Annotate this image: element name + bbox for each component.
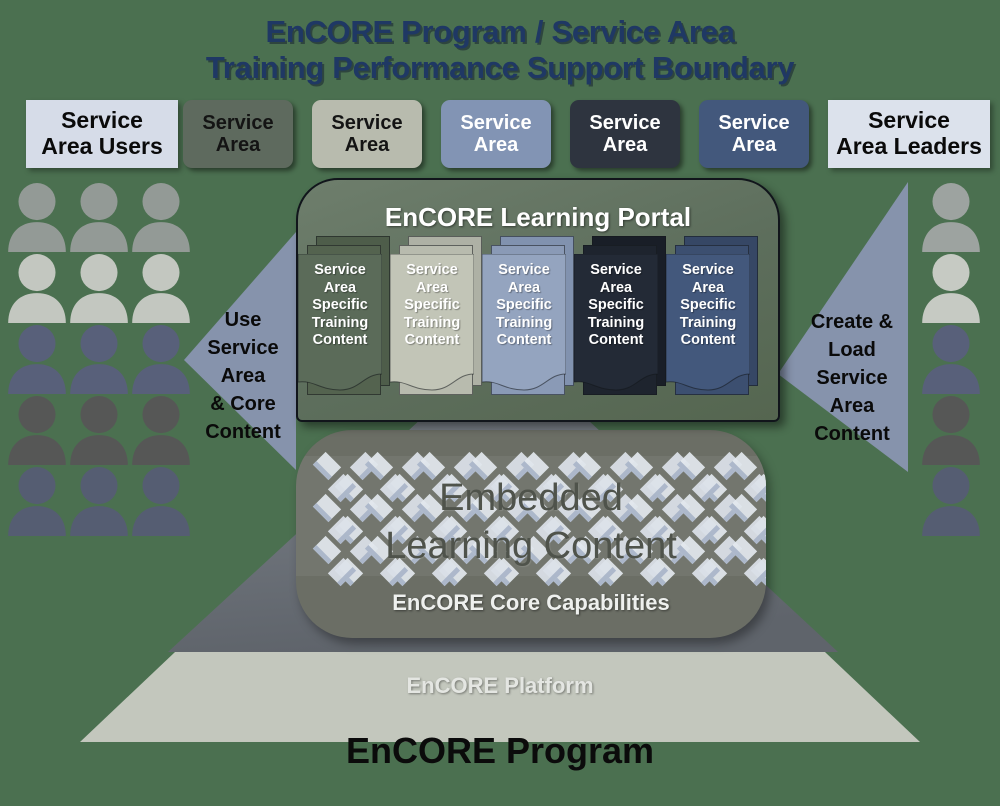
user-person-icon <box>68 395 130 465</box>
embedded-learning-content-label: Embedded Learning Content <box>385 477 677 567</box>
doc-label: Service Area Specific Training Content <box>495 262 553 348</box>
leader-person-icon <box>918 466 984 536</box>
leader-person-icon <box>918 324 984 394</box>
program-label: EnCORE Program <box>345 730 655 771</box>
doc-front-page: Service Area Specific Training Content <box>574 254 658 398</box>
user-person-icon <box>68 182 130 252</box>
create-load-arrow: Create & Load Service Area Content <box>778 182 908 472</box>
service-area-box-2[interactable]: Service Area <box>312 100 422 168</box>
encore-core-capabilities-panel: Embedded Learning Content EnCORE Core Ca… <box>296 430 766 638</box>
doc-label: Service Area Specific Training Content <box>679 262 737 348</box>
leader-person-icon <box>918 182 984 252</box>
learning-portal-title: EnCORE Learning Portal <box>384 202 692 232</box>
user-person-icon <box>130 466 192 536</box>
doc-front-page: Service Area Specific Training Content <box>298 254 382 398</box>
training-content-doc-1[interactable]: Service Area Specific Training Content <box>390 236 482 396</box>
service-area-box-1[interactable]: Service Area <box>183 100 293 168</box>
doc-front-page: Service Area Specific Training Content <box>390 254 474 398</box>
service-area-box-6[interactable]: Service Area Leaders <box>828 100 990 168</box>
training-content-doc-3[interactable]: Service Area Specific Training Content <box>574 236 666 396</box>
user-person-icon <box>68 253 130 323</box>
user-person-icon <box>130 324 192 394</box>
user-person-icon <box>6 253 68 323</box>
page-title: EnCORE Program / Service Area Training P… <box>205 14 795 85</box>
leader-person-icon <box>918 253 984 323</box>
user-person-icon <box>130 182 192 252</box>
core-capabilities-label: EnCORE Core Capabilities <box>392 590 670 615</box>
service-area-box-4[interactable]: Service Area <box>570 100 680 168</box>
doc-label: Service Area Specific Training Content <box>587 262 645 348</box>
use-content-arrow: Use Service Area & Core Content <box>184 232 296 470</box>
training-content-doc-4[interactable]: Service Area Specific Training Content <box>666 236 758 396</box>
user-person-icon <box>6 182 68 252</box>
service-area-box-0[interactable]: Service Area Users <box>26 100 178 168</box>
leader-person-icon <box>918 395 984 465</box>
platform-label: EnCORE Platform <box>406 673 594 698</box>
service-area-box-3[interactable]: Service Area <box>441 100 551 168</box>
doc-label: Service Area Specific Training Content <box>311 262 369 348</box>
user-person-icon <box>6 466 68 536</box>
user-person-icon <box>130 395 192 465</box>
user-person-icon <box>6 395 68 465</box>
doc-label: Service Area Specific Training Content <box>403 262 461 348</box>
user-person-icon <box>130 253 192 323</box>
doc-front-page: Service Area Specific Training Content <box>666 254 750 398</box>
service-area-box-5[interactable]: Service Area <box>699 100 809 168</box>
diagram-canvas: EnCORE Platform EnCORE Program Use Servi… <box>0 0 1000 806</box>
user-person-icon <box>6 324 68 394</box>
doc-front-page: Service Area Specific Training Content <box>482 254 566 398</box>
user-person-icon <box>68 466 130 536</box>
training-content-doc-0[interactable]: Service Area Specific Training Content <box>298 236 390 396</box>
training-content-doc-2[interactable]: Service Area Specific Training Content <box>482 236 574 396</box>
user-person-icon <box>68 324 130 394</box>
use-content-arrow-label: Use Service Area & Core Content <box>205 309 281 443</box>
create-load-arrow-label: Create & Load Service Area Content <box>810 311 894 445</box>
